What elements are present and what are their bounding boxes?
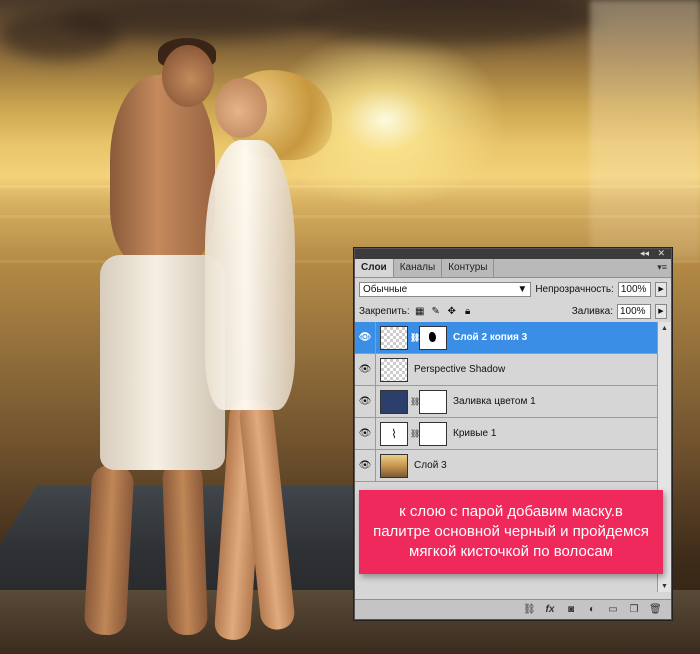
opacity-slider-arrow-icon[interactable]: ▶ — [655, 281, 667, 297]
close-icon[interactable]: ✕ — [657, 248, 665, 259]
tab-paths[interactable]: Контуры — [442, 259, 495, 277]
lock-label: Закрепить: — [359, 305, 410, 317]
layer-name: Слой 3 — [414, 460, 447, 471]
lock-brush-icon[interactable]: ✎ — [430, 305, 442, 317]
panel-tabs: Слои Каналы Контуры ▾≡ — [355, 259, 671, 278]
layer-name: Слой 2 копия 3 — [453, 332, 528, 343]
ghost-couple-overlay — [590, 0, 700, 260]
lock-all-icon[interactable]: 🔒︎ — [462, 305, 474, 317]
chain-link-icon[interactable]: ⛓︎ — [410, 397, 420, 406]
blend-mode-select[interactable]: Обычные ▼ — [359, 281, 532, 297]
opacity-label: Непрозрачность: — [535, 283, 614, 295]
layer-name: Кривые 1 — [453, 428, 497, 439]
eye-icon[interactable]: 👁︎ — [355, 322, 376, 353]
layer-row[interactable]: 👁︎ Perspective Shadow — [355, 354, 657, 386]
chain-link-icon[interactable]: ⛓︎ — [410, 429, 420, 438]
layer-thumbnail — [380, 389, 408, 414]
scroll-up-icon[interactable]: ▲ — [658, 322, 671, 334]
blend-mode-value: Обычные — [363, 283, 408, 295]
lock-move-icon[interactable]: ✥ — [446, 305, 458, 317]
trash-icon[interactable]: 🗑︎ — [649, 604, 662, 615]
chain-link-icon[interactable]: ⛓︎ — [410, 333, 420, 342]
fill-slider-arrow-icon[interactable]: ▶ — [655, 303, 667, 319]
man-leg — [83, 464, 135, 636]
layer-name: Заливка цветом 1 — [453, 396, 536, 407]
fill-field[interactable]: 100% — [617, 303, 651, 319]
panel-menu-icon[interactable]: ▾≡ — [657, 262, 667, 273]
eye-icon[interactable]: 👁︎ — [355, 354, 376, 385]
callout-text: к слою с парой добавим маску.в палитре о… — [373, 503, 649, 560]
sea-horizon — [0, 185, 700, 188]
woman-head — [215, 78, 267, 138]
tab-channels[interactable]: Каналы — [394, 259, 443, 277]
chevron-down-icon: ▼ — [517, 283, 528, 295]
layer-row[interactable]: 👁︎ Слой 3 — [355, 450, 657, 482]
layer-row[interactable]: 👁︎ ⛓︎ Заливка цветом 1 — [355, 386, 657, 418]
adjustment-layer-icon[interactable]: ◐ — [586, 604, 598, 615]
instruction-callout: к слою с парой добавим маску.в палитре о… — [359, 490, 663, 574]
opacity-field[interactable]: 100% — [617, 281, 652, 297]
collapse-icon[interactable]: ◂◂ — [640, 248, 649, 259]
sea-wave — [0, 215, 700, 218]
eye-icon[interactable]: 👁︎ — [355, 418, 376, 449]
add-mask-icon[interactable]: ◙ — [565, 604, 577, 615]
scroll-down-icon[interactable]: ▼ — [658, 580, 671, 592]
lock-transparency-icon[interactable]: ▦ — [414, 305, 426, 317]
fill-label: Заливка: — [571, 305, 613, 317]
layer-name: Perspective Shadow — [414, 364, 506, 375]
layer-thumbnail — [380, 453, 408, 478]
cloud — [0, 10, 120, 60]
lock-fill-row: Закрепить: ▦ ✎ ✥ 🔒︎ Заливка: 100% ▶ — [355, 300, 671, 323]
layer-row[interactable]: 👁︎ ⌇ ⛓︎ Кривые 1 — [355, 418, 657, 450]
curves-icon: ⌇ — [380, 421, 408, 446]
link-layers-icon[interactable]: ⛓︎ — [523, 604, 536, 615]
blend-opacity-row: Обычные ▼ Непрозрачность: 100% ▶ — [355, 278, 671, 300]
layer-thumbnail — [380, 357, 408, 382]
new-layer-icon[interactable]: ❐ — [628, 604, 640, 615]
layer-row[interactable]: 👁︎ ⛓︎ Слой 2 копия 3 — [355, 322, 657, 354]
eye-icon[interactable]: 👁︎ — [355, 386, 376, 417]
man-leg — [161, 459, 209, 636]
man-head — [162, 45, 214, 107]
layer-mask-thumbnail[interactable] — [419, 421, 447, 446]
panel-titlebar: ◂◂ ✕ — [355, 248, 671, 259]
eye-icon[interactable]: 👁︎ — [355, 450, 376, 481]
layer-mask-thumbnail[interactable] — [419, 389, 447, 414]
new-group-icon[interactable]: ▭ — [607, 604, 619, 615]
tab-layers[interactable]: Слои — [355, 259, 394, 277]
layer-mask-thumbnail[interactable] — [419, 325, 447, 350]
fx-icon[interactable]: fx — [544, 604, 556, 615]
woman-dress — [205, 140, 295, 410]
layer-thumbnail — [380, 325, 408, 350]
cloud — [300, 0, 600, 45]
panel-bottom-toolbar: ⛓︎ fx ◙ ◐ ▭ ❐ 🗑︎ — [355, 599, 671, 619]
